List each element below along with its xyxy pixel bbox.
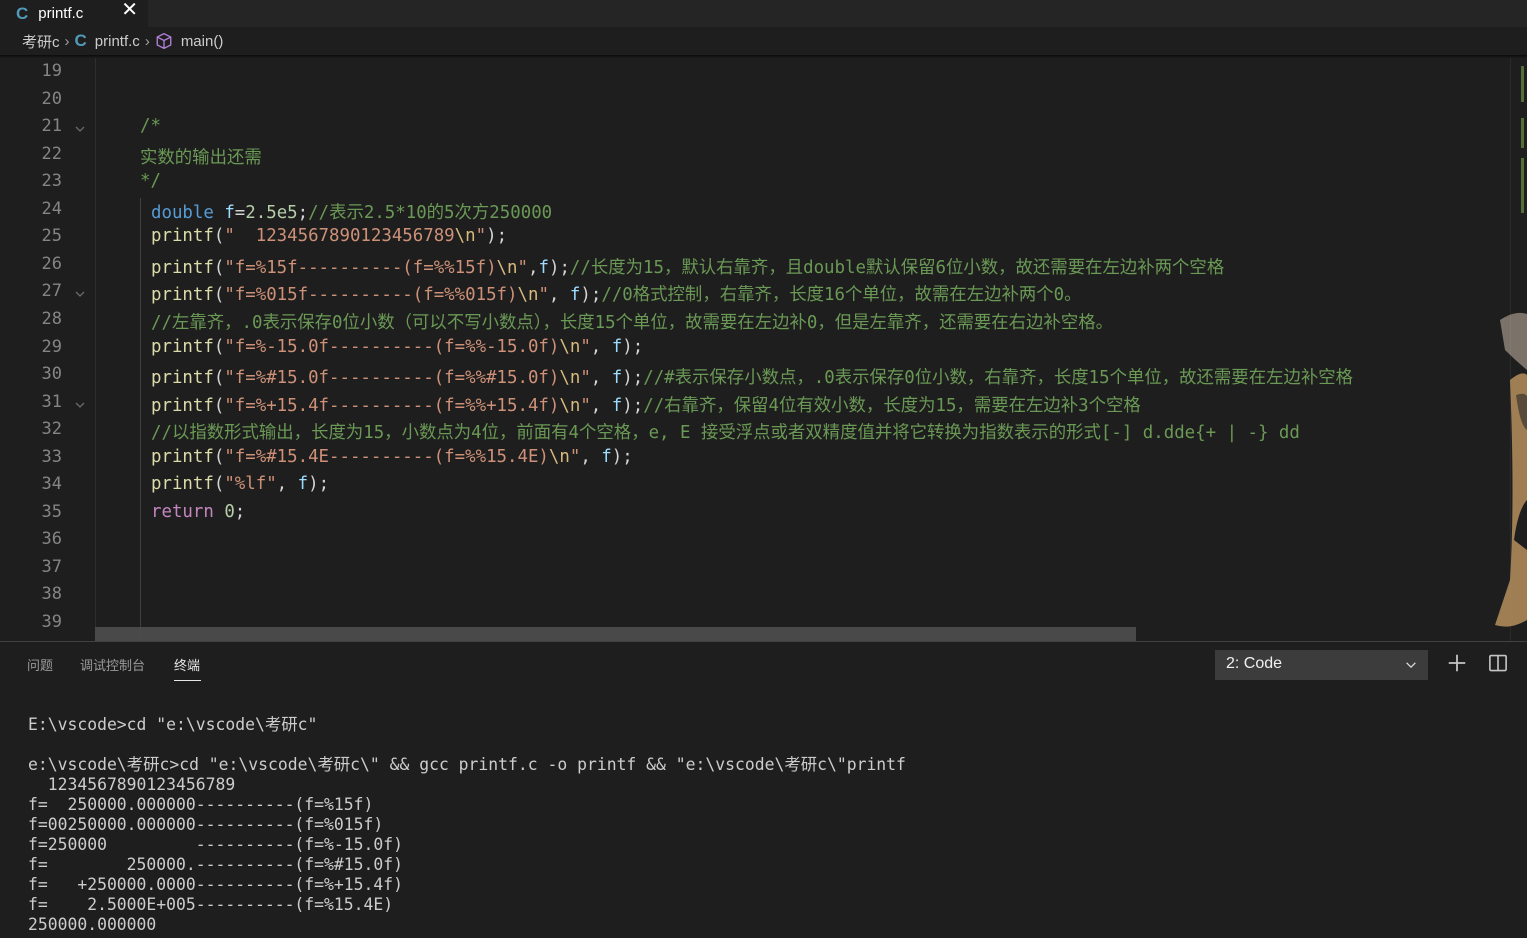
terminal-line: f= +250000.0000----------(f=%+15.4f)	[28, 875, 403, 894]
code-line: printf("f=%#15.4E----------(f=%%15.4E)\n…	[151, 446, 633, 467]
terminal-select-value: 2: Code	[1226, 655, 1283, 672]
terminal-select[interactable]: 2: Code	[1215, 650, 1428, 680]
terminal-line: 250000.000000	[28, 915, 157, 934]
terminal-line: f=250000 ----------(f=%-15.0f)	[28, 835, 403, 854]
c-language-icon: C	[74, 31, 87, 50]
split-terminal-icon[interactable]	[1488, 653, 1508, 673]
tab-terminal[interactable]: 终端	[174, 655, 200, 674]
breadcrumb-folder[interactable]: 考研c	[22, 31, 60, 52]
terminal-output[interactable]: E:\vscode>cd "e:\vscode\考研c" e:\vscode\考研…	[28, 715, 906, 935]
chevron-down-icon	[1406, 662, 1416, 669]
line-number: 28	[41, 308, 62, 329]
line-number: 29	[41, 336, 62, 357]
chevron-right-icon: ›	[144, 32, 150, 50]
line-number: 30	[41, 364, 62, 385]
tab-debug-console[interactable]: 调试控制台	[80, 655, 145, 674]
code-line: printf("f=%15f----------(f=%%15f)\n",f);…	[151, 257, 1225, 278]
terminal-line: E:\vscode>cd "e:\vscode\考研c"	[28, 715, 318, 734]
code-line: //左靠齐，.0表示保存0位小数（可以不写小数点），长度15个单位，故需要在左边…	[151, 312, 1113, 333]
code-editor[interactable]: 19 20 21 22 23 24 25 26 27 28 29 30 31 32 33 34 35 36 37 38…	[0, 58, 1527, 641]
tab-printf-c[interactable]: C printf.c ✕	[0, 0, 148, 27]
method-cube-icon	[156, 32, 172, 50]
tab-title: printf.c	[38, 5, 84, 22]
tab-problems[interactable]: 问题	[27, 655, 53, 674]
line-number: 33	[41, 446, 62, 467]
active-tab-indicator	[174, 680, 201, 681]
terminal-line: f=00250000.000000----------(f=%015f)	[28, 815, 384, 834]
terminal-line: f= 250000.----------(f=%#15.0f)	[28, 855, 403, 874]
close-icon[interactable]: ✕	[121, 0, 138, 21]
editor-tab-bar: C printf.c ✕	[0, 0, 1527, 27]
fold-chevron-icon[interactable]	[72, 121, 88, 137]
terminal-line: 1234567890123456789	[28, 775, 236, 794]
chevron-right-icon: ›	[64, 32, 70, 50]
code-line: /*	[140, 116, 161, 137]
code-line: printf("%lf", f);	[151, 474, 330, 495]
code-line: return 0;	[151, 501, 246, 522]
fold-chevron-icon[interactable]	[72, 286, 88, 302]
code-line: double f=2.5e5;//表示2.5*10的5次方250000	[151, 202, 553, 223]
code-area[interactable]: /* 实数的输出还需 */ double f=2.5e5;//表示2.5*10的5次方…	[95, 58, 1511, 641]
code-line: */	[140, 171, 161, 192]
line-number: 36	[41, 529, 62, 550]
fold-chevron-icon[interactable]	[72, 397, 88, 413]
line-number: 25	[41, 226, 62, 247]
bottom-panel: 问题 调试控制台 终端 2: Code E:\vscode>cd "e:\vsc…	[0, 641, 1527, 938]
line-number: 26	[41, 253, 62, 274]
code-line: printf("f=%015f----------(f=%%015f)\n", …	[151, 285, 1082, 306]
line-number: 39	[41, 612, 62, 632]
line-number: 38	[41, 584, 62, 605]
code-line: 实数的输出还需	[140, 147, 262, 168]
line-number: 27	[41, 281, 62, 302]
breadcrumb-symbol[interactable]: main()	[181, 33, 224, 50]
code-line: printf("f=%#15.0f----------(f=%%#15.0f)\…	[151, 368, 1354, 389]
plus-icon[interactable]	[1446, 652, 1468, 674]
line-number: 22	[41, 143, 62, 164]
decorative-sticker-icon	[1495, 312, 1527, 627]
line-number: 34	[41, 474, 62, 495]
line-number: 31	[41, 391, 62, 412]
terminal-line: f= 250000.000000----------(f=%15f)	[28, 795, 374, 814]
line-number: 21	[41, 116, 62, 137]
horizontal-scrollbar[interactable]	[95, 627, 1136, 641]
terminal-line: e:\vscode\考研c>cd "e:\vscode\考研c\" && gcc…	[28, 755, 906, 774]
line-number: 35	[41, 501, 62, 522]
line-number: 32	[41, 419, 62, 440]
c-language-icon: C	[16, 3, 29, 23]
line-number: 20	[41, 88, 62, 109]
line-number-gutter: 19 20 21 22 23 24 25 26 27 28 29 30 31 32 33 34 35 36 37 38…	[0, 58, 95, 641]
breadcrumb: 考研c › C printf.c › main()	[0, 27, 1527, 55]
breadcrumb-file[interactable]: printf.c	[95, 33, 140, 50]
code-line: printf("f=%+15.4f----------(f=%%+15.4f)\…	[151, 395, 1141, 416]
terminal-line: f= 2.5000E+005----------(f=%15.4E)	[28, 895, 394, 914]
line-number: 37	[41, 556, 62, 577]
indent-guide	[140, 198, 141, 641]
line-number: 19	[41, 61, 62, 81]
code-line: printf(" 1234567890123456789\n");	[151, 226, 508, 247]
line-number: 24	[41, 198, 62, 219]
line-number: 23	[41, 171, 62, 192]
code-line: //以指数形式输出，长度为15，小数点为4位，前面有4个空格，e, E 接受浮点…	[151, 423, 1300, 444]
code-line: printf("f=%-15.0f----------(f=%%-15.0f)\…	[151, 336, 644, 357]
